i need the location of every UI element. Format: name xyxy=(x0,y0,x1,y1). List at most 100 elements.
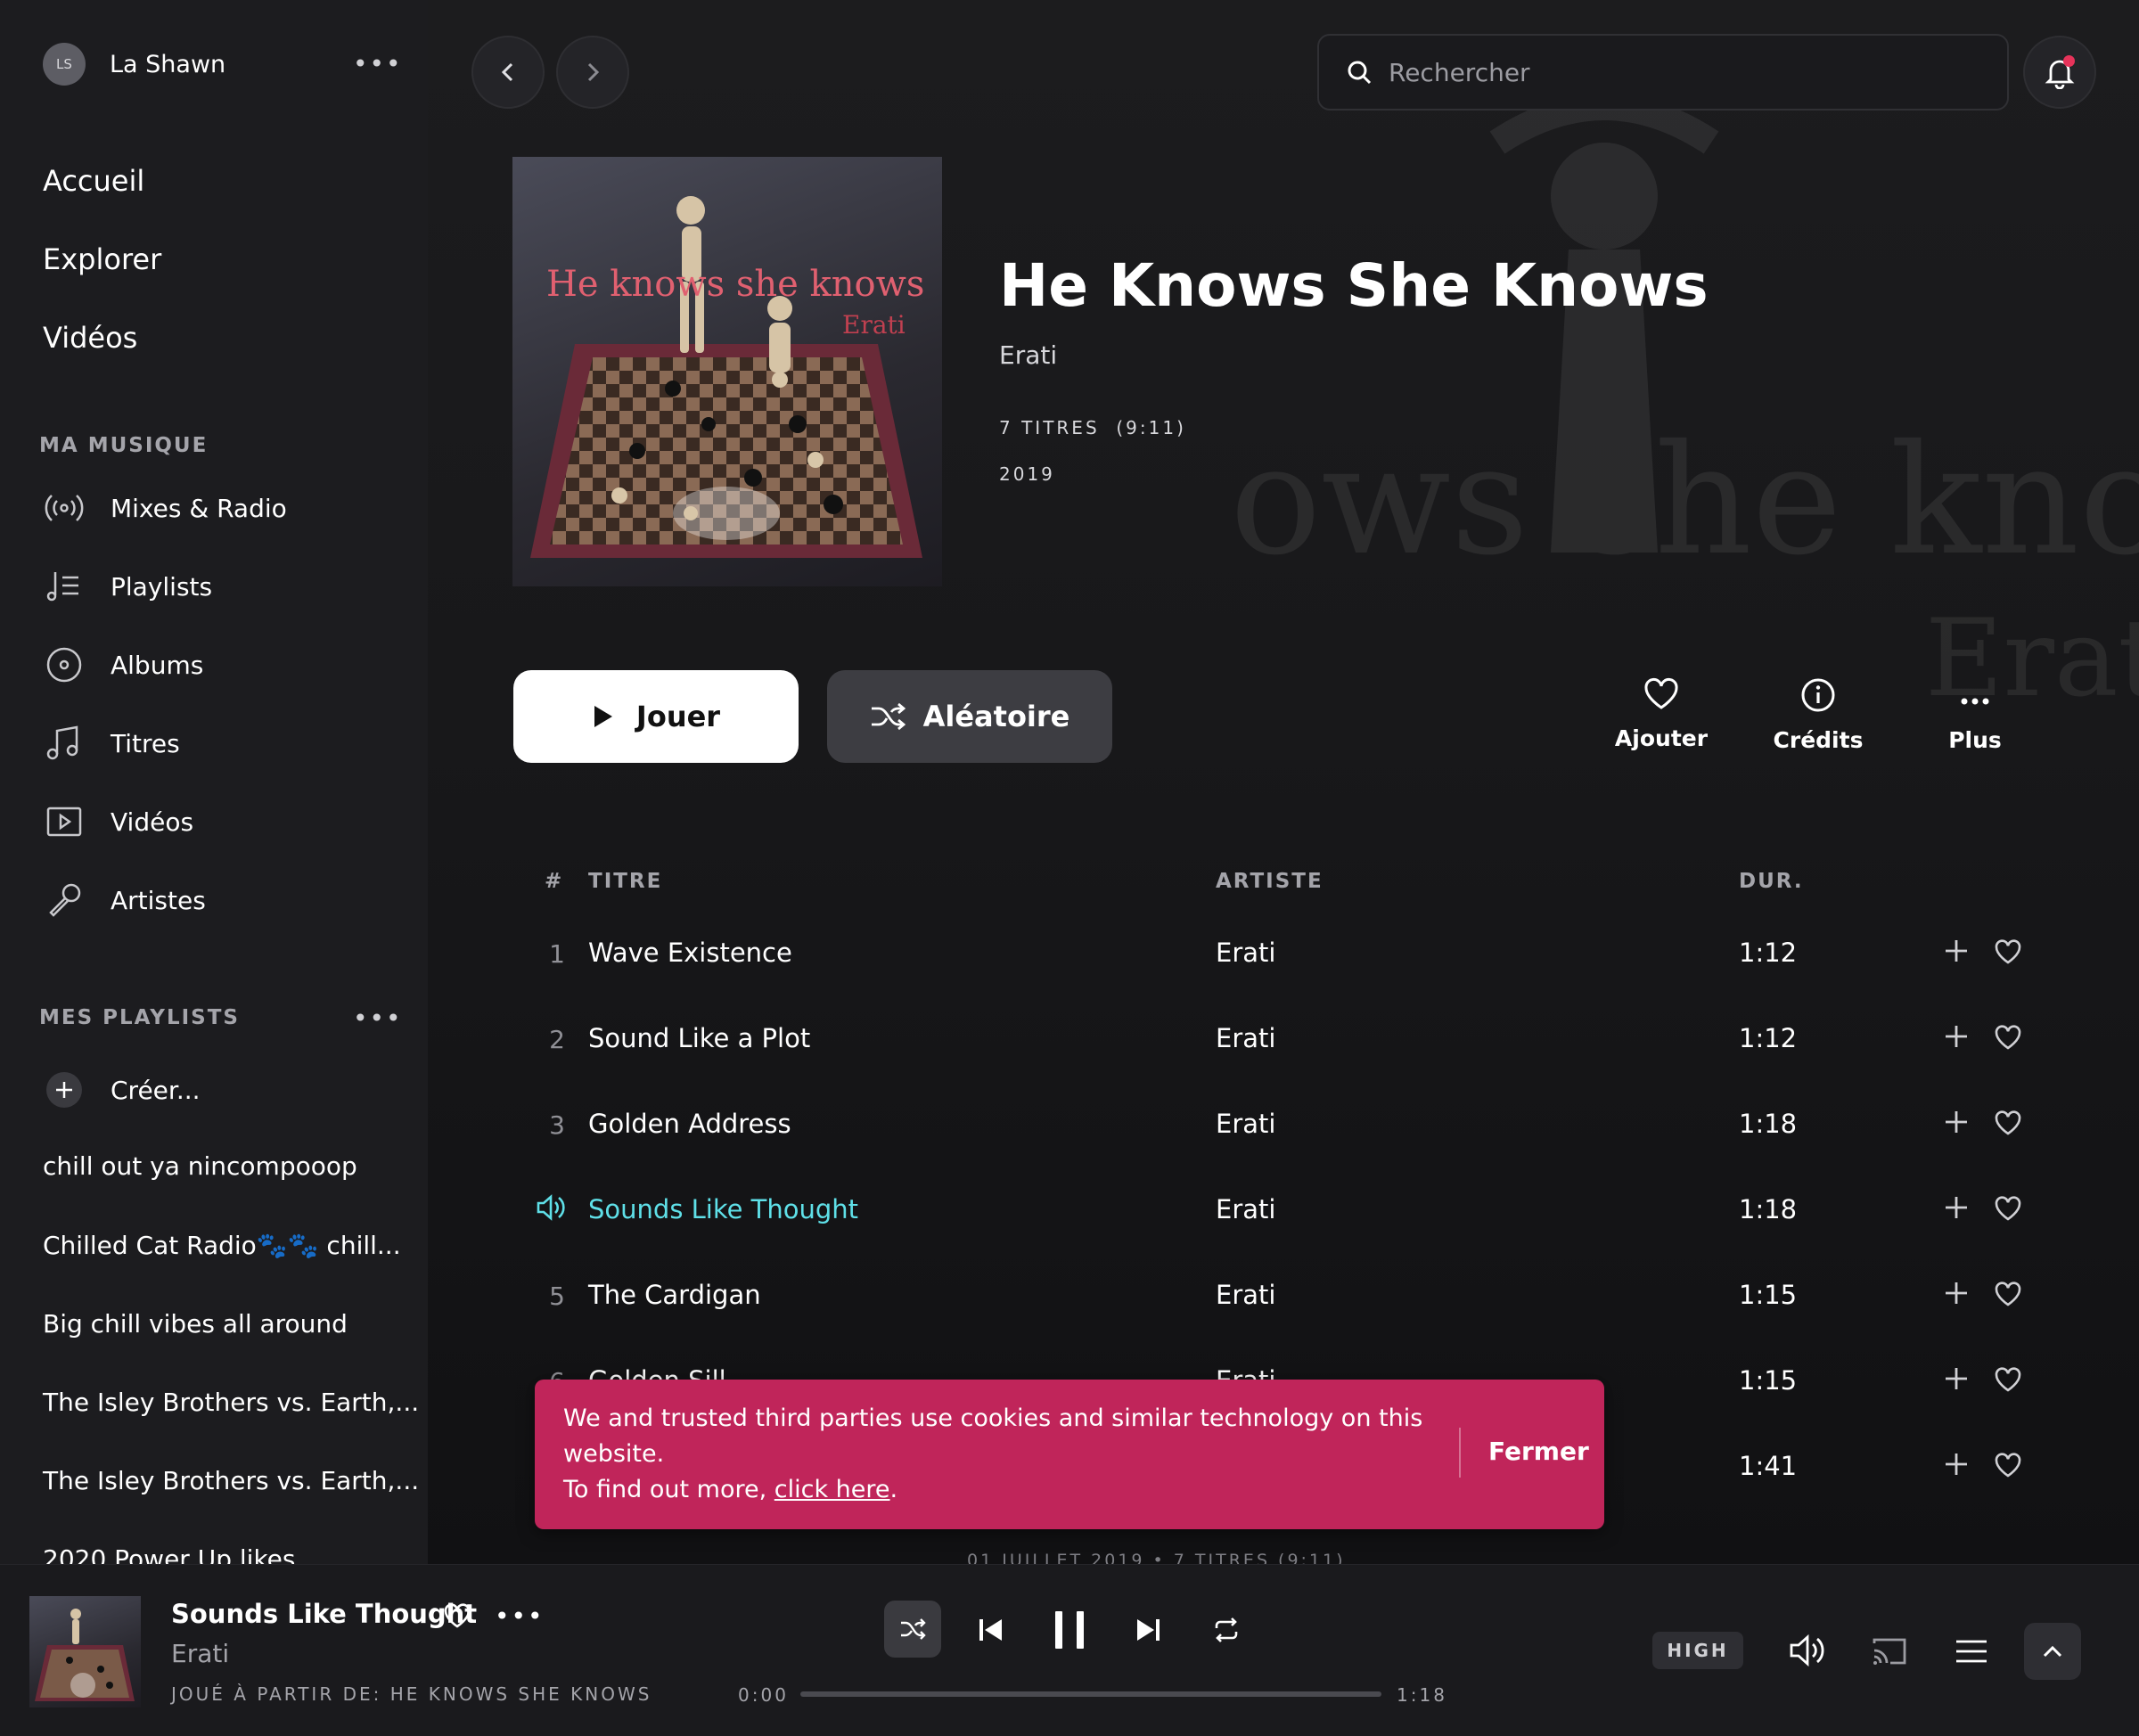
track-artist[interactable]: Erati xyxy=(1216,938,1275,968)
nav-explore[interactable]: Explorer xyxy=(43,242,161,276)
track-artist[interactable]: Erati xyxy=(1216,1023,1275,1053)
user-name[interactable]: La Shawn xyxy=(110,51,225,78)
cast-icon xyxy=(1873,1638,1906,1665)
album-cover-art xyxy=(530,196,922,558)
pause-button[interactable] xyxy=(1052,1609,1087,1650)
notifications-button[interactable] xyxy=(2023,36,2096,109)
previous-track-button[interactable] xyxy=(977,1617,1005,1642)
volume-button[interactable] xyxy=(1788,1632,1827,1669)
track-title[interactable]: The Cardigan xyxy=(588,1280,761,1310)
heart-icon[interactable] xyxy=(1994,1452,2022,1478)
more-button[interactable]: Plus xyxy=(1922,677,2028,753)
track-row-playing[interactable]: Sounds Like Thought Erati 1:18 xyxy=(428,1169,2139,1255)
queue-button[interactable] xyxy=(1955,1638,1988,1665)
track-title[interactable]: Sounds Like Thought xyxy=(588,1194,858,1224)
cookie-link[interactable]: click here xyxy=(774,1476,890,1503)
heart-icon[interactable] xyxy=(1994,1281,2022,1307)
shuffle-toggle[interactable] xyxy=(884,1601,941,1658)
add-to-playlist-icon[interactable] xyxy=(1943,1280,1970,1306)
track-row[interactable]: 3 Golden Address Erati 1:18 xyxy=(428,1084,2139,1169)
album-title: He Knows She Knows xyxy=(999,251,1709,320)
next-track-button[interactable] xyxy=(1134,1617,1162,1642)
album-artist[interactable]: Erati xyxy=(999,340,1057,370)
track-title[interactable]: Golden Address xyxy=(588,1109,791,1139)
track-artist[interactable]: Erati xyxy=(1216,1280,1275,1310)
playlist-item[interactable]: Chilled Cat Radio🐾🐾 chill... xyxy=(43,1231,401,1260)
create-playlist-button[interactable]: Créer... xyxy=(43,1065,201,1115)
heart-icon[interactable] xyxy=(1994,938,2022,965)
heart-icon[interactable] xyxy=(1994,1366,2022,1393)
heart-icon[interactable] xyxy=(1994,1195,2022,1222)
nav-home[interactable]: Accueil xyxy=(43,164,144,198)
progress-bar[interactable] xyxy=(800,1691,1381,1697)
track-title[interactable]: Wave Existence xyxy=(588,938,792,968)
sidebar-item-titres[interactable]: Titres xyxy=(43,718,180,768)
album-release-info: 01 JUILLET 2019 • 7 TITRES (9:11) xyxy=(967,1551,1346,1564)
track-number: 2 xyxy=(549,1025,565,1054)
track-artist[interactable]: Erati xyxy=(1216,1194,1275,1224)
sidebar-item-playlists[interactable]: Playlists xyxy=(43,561,212,611)
track-title[interactable]: Sound Like a Plot xyxy=(588,1023,810,1053)
now-playing-title[interactable]: Sounds Like Thought xyxy=(171,1599,477,1629)
add-to-playlist-icon[interactable] xyxy=(1943,1109,1970,1135)
playlist-item[interactable]: Big chill vibes all around xyxy=(43,1309,348,1339)
sidebar-item-artistes[interactable]: Artistes xyxy=(43,875,206,925)
repeat-button[interactable] xyxy=(1212,1616,1241,1644)
queue-icon xyxy=(1956,1640,1987,1663)
nav-videos[interactable]: Vidéos xyxy=(43,321,137,355)
column-header-artist[interactable]: ARTISTE xyxy=(1216,870,1324,893)
playlist-item[interactable]: The Isley Brothers vs. Earth,... xyxy=(43,1466,419,1495)
cookie-close-button[interactable]: Fermer xyxy=(1488,1437,1589,1466)
more-label: Plus xyxy=(1948,727,2002,753)
add-to-playlist-icon[interactable] xyxy=(1943,1451,1970,1478)
plus-circle-icon xyxy=(43,1069,86,1111)
chevron-up-icon xyxy=(2043,1645,2062,1658)
track-row[interactable]: 1 Wave Existence Erati 1:12 xyxy=(428,913,2139,998)
volume-icon xyxy=(1790,1634,1824,1667)
add-to-playlist-icon[interactable] xyxy=(1943,1023,1970,1050)
expand-player-button[interactable] xyxy=(2024,1623,2081,1680)
cast-button[interactable] xyxy=(1871,1634,1908,1668)
playlists-menu-icon[interactable]: ••• xyxy=(353,1006,403,1031)
shuffle-button[interactable]: Aléatoire xyxy=(827,670,1112,763)
create-playlist-label: Créer... xyxy=(111,1075,201,1105)
now-playing-cover[interactable] xyxy=(29,1596,141,1707)
heart-icon[interactable] xyxy=(1994,1024,2022,1051)
playlist-item[interactable]: 2020 Power Up likes xyxy=(43,1544,295,1564)
column-header-duration[interactable]: DUR. xyxy=(1739,870,1804,893)
forward-button[interactable] xyxy=(556,36,629,109)
add-favorite-button[interactable]: Ajouter xyxy=(1608,677,1715,751)
track-artist[interactable]: Erati xyxy=(1216,1109,1275,1139)
sidebar-item-videos[interactable]: Vidéos xyxy=(43,797,193,847)
play-button[interactable]: Jouer xyxy=(513,670,799,763)
add-to-playlist-icon[interactable] xyxy=(1943,1194,1970,1221)
credits-button[interactable]: Crédits xyxy=(1765,677,1872,753)
now-playing-artist[interactable]: Erati xyxy=(171,1639,229,1668)
sidebar-item-label: Vidéos xyxy=(111,807,194,837)
album-cover[interactable]: He knows she knows Erati xyxy=(512,157,942,586)
user-menu-icon[interactable]: ••• xyxy=(353,52,403,77)
search-input[interactable] xyxy=(1389,57,1959,87)
back-button[interactable] xyxy=(471,36,545,109)
quality-badge[interactable]: HIGH xyxy=(1652,1632,1743,1669)
track-row[interactable]: 2 Sound Like a Plot Erati 1:12 xyxy=(428,998,2139,1084)
track-duration: 1:12 xyxy=(1739,1023,1798,1053)
track-row[interactable]: 5 The Cardigan Erati 1:15 xyxy=(428,1255,2139,1340)
heart-icon[interactable] xyxy=(1994,1110,2022,1136)
playlist-item[interactable]: The Isley Brothers vs. Earth,... xyxy=(43,1388,419,1417)
sidebar-item-albums[interactable]: Albums xyxy=(43,640,203,690)
now-playing-more-icon[interactable]: ••• xyxy=(495,1604,545,1629)
avatar[interactable]: LS xyxy=(43,43,86,86)
cookie-text-block: We and trusted third parties use cookies… xyxy=(563,1401,1446,1508)
cookie-divider xyxy=(1459,1428,1461,1478)
playlist-item[interactable]: chill out ya nincompooop xyxy=(43,1151,357,1181)
search-bar[interactable] xyxy=(1317,34,2009,111)
user-profile[interactable]: LS La Shawn xyxy=(43,43,225,86)
heart-icon[interactable] xyxy=(443,1602,471,1629)
column-header-title[interactable]: TITRE xyxy=(588,870,662,893)
add-to-playlist-icon[interactable] xyxy=(1943,1365,1970,1392)
now-playing-source[interactable]: JOUÉ À PARTIR DE: HE KNOWS SHE KNOWS xyxy=(171,1683,652,1705)
add-to-playlist-icon[interactable] xyxy=(1943,938,1970,964)
sidebar-item-mixes-radio[interactable]: Mixes & Radio xyxy=(43,483,287,533)
total-time: 1:18 xyxy=(1397,1684,1447,1706)
